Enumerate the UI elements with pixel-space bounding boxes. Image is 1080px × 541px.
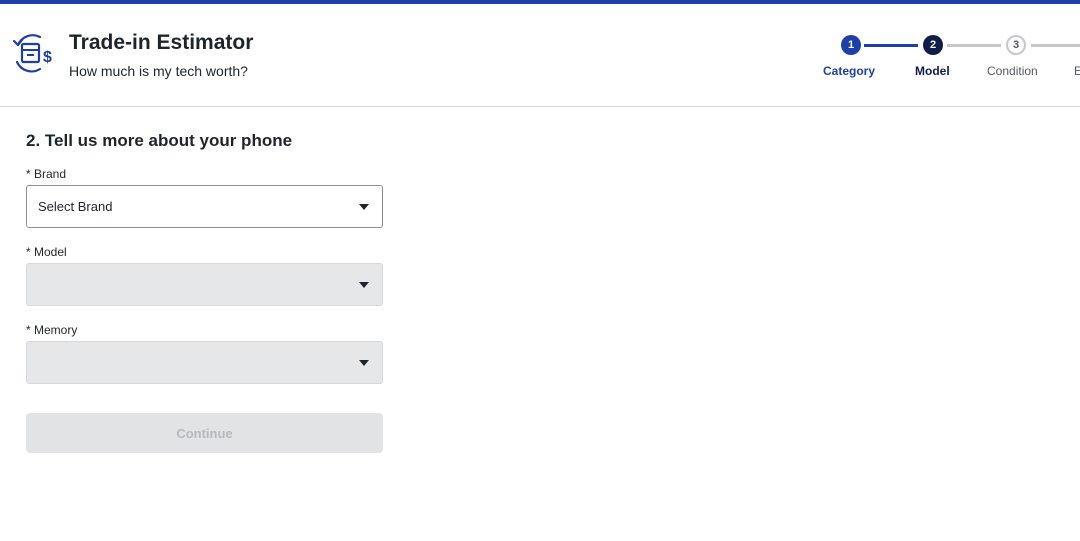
step-2-indicator: 2 bbox=[923, 35, 943, 55]
brand-select[interactable]: Select Brand bbox=[26, 185, 383, 228]
step-connector-1 bbox=[864, 44, 918, 47]
brand-label: * Brand bbox=[26, 167, 67, 181]
progress-stepper: 1 2 3 Category Model Condition E bbox=[0, 4, 1080, 107]
caret-down-icon bbox=[359, 360, 369, 366]
step-label-condition: Condition bbox=[987, 64, 1038, 78]
step-connector-3 bbox=[1031, 44, 1080, 47]
form-section-title: 2. Tell us more about your phone bbox=[26, 131, 293, 150]
memory-select[interactable] bbox=[26, 341, 383, 384]
model-select[interactable] bbox=[26, 263, 383, 306]
step-1-indicator: 1 bbox=[841, 35, 861, 55]
step-label-category: Category bbox=[823, 64, 876, 78]
model-label: * Model bbox=[26, 245, 67, 259]
step-label-model: Model bbox=[915, 64, 950, 78]
brand-select-value: Select Brand bbox=[38, 199, 113, 214]
step-3-indicator: 3 bbox=[1006, 35, 1026, 55]
caret-down-icon bbox=[359, 282, 369, 288]
page-header: $ Trade-in Estimator How much is my tech… bbox=[0, 4, 1080, 107]
step-connector-2 bbox=[947, 44, 1001, 47]
caret-down-icon bbox=[359, 204, 369, 210]
step-label-estimate: E bbox=[1074, 64, 1080, 78]
continue-button[interactable]: Continue bbox=[26, 413, 383, 453]
memory-label: * Memory bbox=[26, 323, 78, 337]
